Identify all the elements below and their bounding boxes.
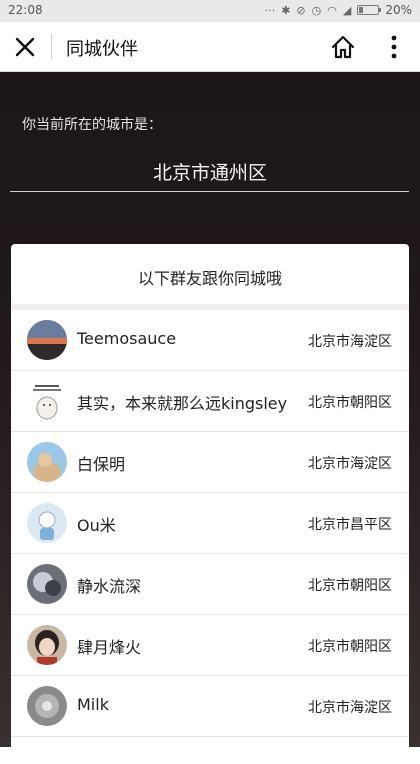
same-city-card: 以下群友跟你同城哦 Teemosauce 北京市海淀区 其实，本来就那么远kin… <box>11 244 409 764</box>
close-icon <box>15 37 35 57</box>
status-icons: ··· ✱ ⊘ ◷ ◠ ◢ 20% <box>265 3 412 17</box>
member-region: 北京市朝阳区 <box>304 636 392 656</box>
home-button[interactable] <box>330 34 356 60</box>
member-region: 北京市昌平区 <box>304 514 392 534</box>
list-item[interactable]: Ou米 北京市昌平区 <box>11 493 409 554</box>
more-button[interactable] <box>384 34 404 60</box>
signal-dots-icon: ··· <box>264 3 276 17</box>
mute-icon: ⊘ <box>296 3 306 17</box>
member-name: Ou米 <box>77 516 116 535</box>
list-item[interactable]: Teemosauce 北京市海淀区 <box>11 310 409 371</box>
member-name: 静水流深 <box>77 577 142 596</box>
more-vertical-icon <box>391 35 397 59</box>
member-region: 北京市海淀区 <box>304 697 392 717</box>
member-region: 北京市朝阳区 <box>304 392 392 412</box>
member-region: 北京市海淀区 <box>304 331 392 351</box>
battery-percent: 20% <box>385 3 412 17</box>
list-item[interactable]: 静水流深 北京市朝阳区 <box>11 554 409 615</box>
member-region: 北京市朝阳区 <box>304 575 392 595</box>
member-name: 白保明 <box>77 455 126 474</box>
member-region: 北京市海淀区 <box>304 453 392 473</box>
avatar <box>27 381 67 421</box>
card-header: 以下群友跟你同城哦 <box>11 244 409 310</box>
list-item[interactable]: 肆月烽火 北京市朝阳区 <box>11 615 409 676</box>
avatar <box>27 625 67 665</box>
city-prompt: 你当前所在的城市是： <box>22 117 162 133</box>
bluetooth-icon: ✱ <box>281 3 291 17</box>
member-name: 肆月烽火 <box>77 638 142 657</box>
close-button[interactable] <box>12 34 38 60</box>
member-name: 其实，本来就那么远kingsley <box>77 394 288 413</box>
list-item[interactable]: 白保明 北京市海淀区 <box>11 432 409 493</box>
page-title: 同城伙伴 <box>66 39 138 60</box>
wifi-icon: ◠ <box>327 3 337 17</box>
member-name: Milk <box>77 695 109 714</box>
status-time: 22:08 <box>8 3 43 17</box>
avatar <box>27 320 67 360</box>
current-city: 北京市通州区 <box>152 162 267 184</box>
cellular-icon: ◢ <box>342 3 352 17</box>
title-bar: 同城伙伴 <box>0 22 420 72</box>
alarm-icon: ◷ <box>311 3 322 17</box>
list-item[interactable]: 其实，本来就那么远kingsley 北京市朝阳区 <box>11 371 409 432</box>
member-name: Teemosauce <box>77 329 177 348</box>
battery-level <box>359 7 364 13</box>
avatar <box>27 442 67 482</box>
title-divider <box>51 34 52 60</box>
avatar <box>27 503 67 543</box>
battery-icon <box>357 5 382 15</box>
home-icon <box>331 35 355 59</box>
avatar <box>27 564 67 604</box>
avatar <box>27 686 67 726</box>
status-bar: 22:08 ··· ✱ ⊘ ◷ ◠ ◢ 20% <box>0 0 420 22</box>
list-item[interactable]: Milk 北京市海淀区 <box>11 676 409 737</box>
city-underline <box>10 191 409 192</box>
